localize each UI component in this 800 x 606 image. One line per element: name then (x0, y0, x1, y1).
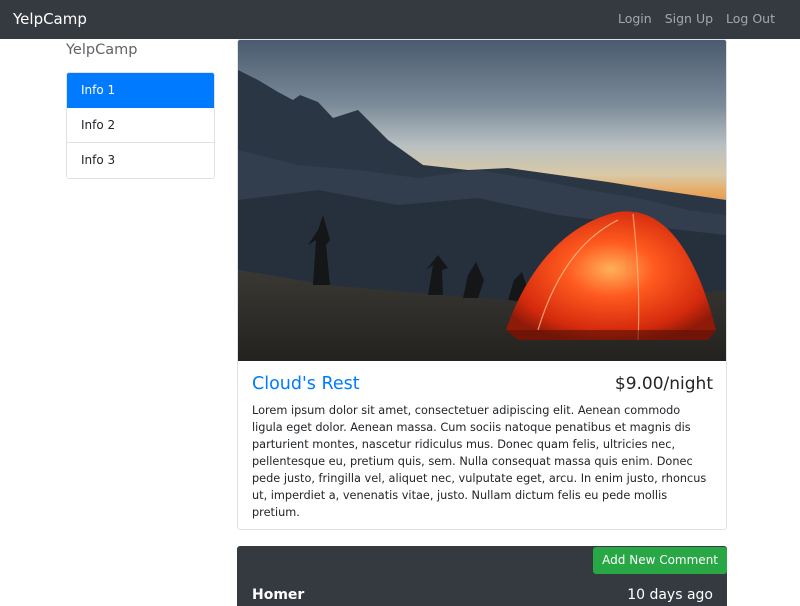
campground-price: $9.00/night (614, 374, 713, 394)
login-link[interactable]: Login (618, 11, 652, 26)
logout-link[interactable]: Log Out (726, 11, 775, 26)
comment-author: Homer (252, 587, 305, 603)
add-comment-button[interactable]: Add New Comment (593, 547, 727, 574)
sidebar-list: Info 1 Info 2 Info 3 (66, 72, 215, 179)
brand-link[interactable]: YelpCamp (13, 10, 87, 28)
signup-link[interactable]: Sign Up (665, 11, 713, 26)
campground-photo (238, 40, 726, 361)
sidebar-item-info-1[interactable]: Info 1 (67, 73, 214, 108)
sidebar-item-info-3[interactable]: Info 3 (67, 143, 214, 178)
sidebar-title: YelpCamp (66, 42, 138, 58)
top-navbar: YelpCamp Login Sign Up Log Out (0, 0, 800, 39)
comment-time: 10 days ago (627, 587, 713, 603)
campground-name-link[interactable]: Cloud's Rest (252, 374, 360, 394)
nav-links: Login Sign Up Log Out (618, 11, 775, 26)
campground-description: Lorem ipsum dolor sit amet, consectetuer… (252, 404, 707, 519)
sidebar-item-info-2[interactable]: Info 2 (67, 108, 214, 143)
comments-panel: Add New Comment Homer 10 days ago (237, 546, 727, 606)
campground-card: Cloud's Rest $9.00/night Lorem ipsum dol… (237, 39, 727, 530)
